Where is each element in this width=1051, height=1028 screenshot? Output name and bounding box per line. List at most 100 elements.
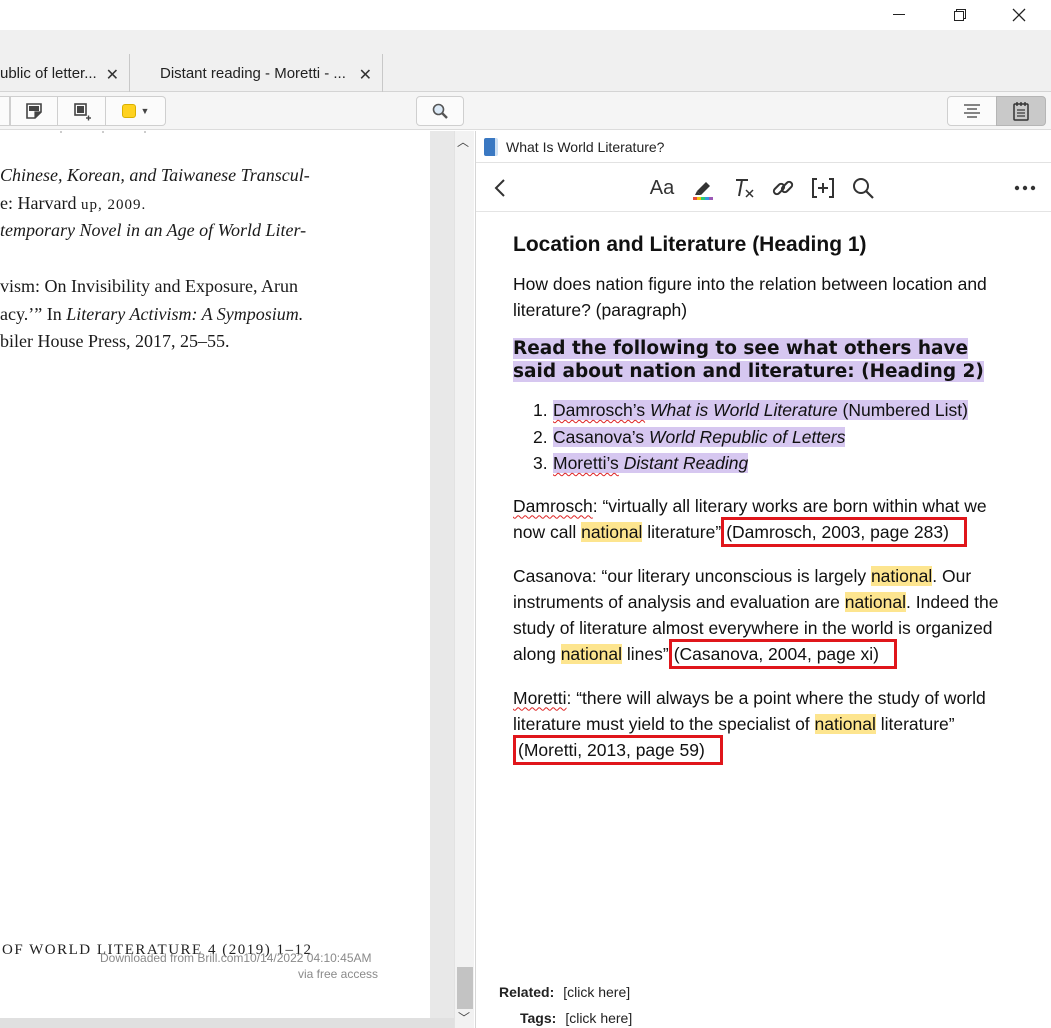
citation-link[interactable]: (Moretti, 2013, page 59) <box>513 734 723 765</box>
list-item: 2. Casanova’s World Republic of Letters <box>533 424 1013 451</box>
tab-label: ublic of letter... <box>0 64 97 82</box>
author-name: Damrosch’s <box>553 400 646 420</box>
insert-citation-icon[interactable] <box>810 174 836 202</box>
more-options-icon[interactable] <box>1012 174 1038 202</box>
notepad-icon <box>1013 102 1029 121</box>
heading-2-text: Read the following to see what others ha… <box>513 338 984 382</box>
chevron-down-icon: ▼ <box>140 106 150 116</box>
pdf-text-line: biler House Press, 2017, 25–55. <box>0 331 230 351</box>
work-title: World Republic of Letters <box>649 426 846 447</box>
quote-damrosch: Damrosch: “virtually all literary works … <box>513 493 1013 547</box>
reader-toolbar: ▼ <box>0 92 1051 130</box>
quote-text: literature” <box>875 713 955 734</box>
highlighted-word: national <box>814 713 876 734</box>
numbered-list: 1. Damrosch’s What is World Literature (N… <box>533 397 1013 477</box>
color-swatch <box>121 104 136 118</box>
citation-link[interactable]: (Casanova, 2004, page xi) <box>668 638 897 669</box>
horizontal-scrollbar[interactable] <box>0 1018 454 1028</box>
find-in-document-button[interactable] <box>416 96 464 126</box>
pdf-text-line: Chinese, Korean, and Taiwanese Transcul- <box>0 165 310 185</box>
toggle-notes-pane-button[interactable] <box>996 96 1046 126</box>
pdf-text-line: acy.’” In Literary Activism: A Symposium… <box>0 304 304 324</box>
align-lines-icon <box>964 104 980 118</box>
pdf-text-line: vism: On Invisibility and Exposure, Arun <box>0 276 298 296</box>
related-row: Related: [click here] <box>499 984 630 1000</box>
tab-bar: ublic of letter... ✕ Distant reading - M… <box>0 30 1051 92</box>
scroll-up-icon[interactable]: ︿ <box>457 133 469 150</box>
close-tab-icon[interactable]: ✕ <box>359 65 372 85</box>
search-icon <box>432 103 448 119</box>
note-parent-title[interactable]: What Is World Literature? <box>506 139 664 155</box>
minimize-icon[interactable] <box>876 0 922 30</box>
tags-label: Tags: <box>520 1010 557 1026</box>
list-number: 3. <box>533 453 548 473</box>
highlighted-word: national <box>560 643 622 664</box>
author-name: Moretti’s <box>553 453 619 473</box>
quote-text: lines” <box>622 643 669 664</box>
note-annotation-button[interactable] <box>10 96 58 126</box>
clear-formatting-icon[interactable] <box>731 174 757 202</box>
book-icon <box>484 137 498 156</box>
note-annotation-icon <box>26 103 42 119</box>
intro-paragraph: How does nation figure into the relation… <box>513 274 987 320</box>
pdf-line-fragment <box>60 131 168 133</box>
highlighted-word: national <box>844 591 907 612</box>
author-name: Casanova’s <box>553 426 645 447</box>
area-annotation-button[interactable] <box>58 96 106 126</box>
close-tab-icon[interactable]: ✕ <box>106 65 119 85</box>
related-label: Related: <box>499 984 555 1000</box>
vertical-scrollbar[interactable]: ︿ ﹀ <box>454 131 474 1028</box>
quote-text: literature” <box>642 521 722 542</box>
restore-icon[interactable] <box>937 0 983 30</box>
tags-link[interactable]: [click here] <box>565 1010 632 1026</box>
window-titlebar <box>0 0 1051 30</box>
note-context-header: What Is World Literature? <box>476 131 1051 163</box>
quote-casanova: Casanova: “our literary unconscious is l… <box>513 563 1013 669</box>
pdf-text-line: temporary Novel in an Age of World Liter… <box>0 220 307 240</box>
link-icon[interactable] <box>770 174 796 202</box>
work-title: What is World Literature <box>649 400 838 420</box>
toolbar-button-partial[interactable] <box>0 96 10 126</box>
text-format-icon[interactable]: Aa <box>648 174 676 202</box>
list-item: 3. Moretti’s Distant Reading <box>533 450 1013 477</box>
pdf-gutter <box>430 131 454 1018</box>
toggle-outline-button[interactable] <box>947 96 997 126</box>
notes-pane: What Is World Literature? Aa Location an… <box>475 131 1051 1028</box>
annotation-color-picker[interactable]: ▼ <box>106 96 166 126</box>
heading-2: Read the following to see what others ha… <box>513 337 1013 383</box>
list-number: 2. <box>533 426 548 447</box>
tab-label: Distant reading - Moretti - ... <box>160 64 346 82</box>
heading-1: Location and Literature (Heading 1) <box>513 233 867 256</box>
list-suffix: (Numbered List) <box>837 400 968 420</box>
back-icon[interactable] <box>490 174 510 202</box>
list-item-text: Damrosch’s What is World Literature (Num… <box>553 400 968 420</box>
pdf-text-line: e: Harvard up, 2009. <box>0 193 147 213</box>
author-name: Damrosch <box>513 495 593 516</box>
list-item-text: Casanova’s World Republic of Letters <box>553 426 846 447</box>
citation-link[interactable]: (Damrosch, 2003, page 283) <box>721 516 967 547</box>
access-watermark: via free access <box>297 967 378 981</box>
note-editor[interactable]: Location and Literature (Heading 1) How … <box>513 231 1013 781</box>
highlighted-word: national <box>581 521 643 542</box>
author-name: Moretti <box>513 687 567 708</box>
scroll-thumb[interactable] <box>457 967 473 1009</box>
list-number: 1. <box>533 400 548 420</box>
list-item: 1. Damrosch’s What is World Literature (N… <box>533 397 1013 424</box>
area-select-icon <box>73 103 91 121</box>
related-link[interactable]: [click here] <box>563 984 630 1000</box>
tags-row: Tags: [click here] <box>520 1010 632 1026</box>
search-icon[interactable] <box>850 174 876 202</box>
close-window-icon[interactable] <box>996 0 1042 30</box>
highlighted-word: national <box>870 565 933 586</box>
quote-text: : “our literary unconscious is largely <box>591 565 871 586</box>
scroll-down-icon[interactable]: ﹀ <box>458 1009 470 1026</box>
note-editor-toolbar: Aa <box>476 164 1051 212</box>
pdf-viewer[interactable]: Chinese, Korean, and Taiwanese Transcul-… <box>0 131 430 1018</box>
download-watermark: Downloaded from Brill.com10/14/2022 04:1… <box>100 951 372 965</box>
highlight-icon[interactable] <box>690 174 716 202</box>
work-title: Distant Reading <box>623 453 749 473</box>
tab-world-republic[interactable]: ublic of letter... ✕ <box>0 54 130 92</box>
list-item-text: Moretti’s Distant Reading <box>553 453 749 473</box>
tab-distant-reading[interactable]: Distant reading - Moretti - ... ✕ <box>131 54 383 92</box>
author-name: Casanova <box>513 565 592 586</box>
